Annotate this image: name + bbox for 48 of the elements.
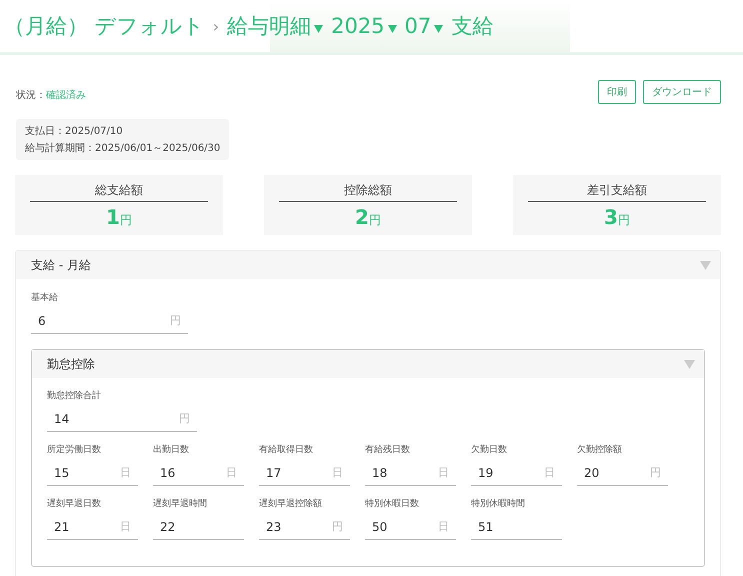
input-field[interactable]: 22 (153, 514, 244, 540)
field-label: 出勤日数 (153, 444, 190, 456)
field-label: 有給取得日数 (259, 444, 314, 456)
field-label: 遅刻早退控除額 (259, 498, 323, 510)
field-label: 基本給 (31, 292, 59, 304)
input-field[interactable]: 15 日 (47, 460, 138, 486)
input-field[interactable]: 50 日 (365, 514, 456, 540)
input-field[interactable]: 14 円 (47, 406, 197, 432)
caret-icon (434, 25, 444, 33)
breadcrumb-item: 支給 (451, 13, 494, 40)
panel-title: 支給 - 月給 (31, 256, 91, 274)
collapse-icon[interactable] (684, 360, 695, 368)
input-field[interactable]: 6 円 (31, 308, 188, 334)
caret-icon (388, 25, 397, 33)
field-label: 有給残日数 (365, 444, 411, 456)
field-label: 遅刻早退時間 (153, 498, 208, 510)
field-label: 欠勤控除額 (577, 444, 623, 456)
field-label: 特別休暇時間 (471, 498, 526, 510)
status-value: 確認済み (46, 90, 86, 101)
summary-amount: 3 円 (604, 205, 630, 229)
panel-header[interactable]: 支給 - 月給 (16, 251, 720, 279)
field-label: 特別休暇日数 (365, 498, 420, 510)
breadcrumb-separator: › (212, 16, 220, 36)
breadcrumb-item: （月給） デフォルト (4, 13, 205, 40)
info-line: 支払日：2025/07/10 (25, 124, 124, 138)
input-field[interactable]: 23 円 (259, 514, 350, 540)
input-field[interactable]: 51 (471, 514, 562, 540)
summary-label: 総支給額 (30, 182, 208, 202)
summary-label: 差引支給額 (528, 182, 706, 202)
input-field[interactable]: 17 日 (259, 460, 350, 486)
subpanel-title: 勤怠控除 (47, 356, 95, 372)
summary-amount: 2 円 (355, 205, 381, 229)
input-field[interactable]: 18 日 (365, 460, 456, 486)
field-label: 遅刻早退日数 (47, 498, 102, 510)
collapse-icon[interactable] (700, 260, 711, 270)
input-field[interactable]: 19 日 (471, 460, 562, 486)
input-field[interactable]: 16 日 (153, 460, 244, 486)
summary-label: 控除総額 (279, 182, 457, 202)
summary-amount: 1 円 (106, 205, 132, 229)
info-line: 給与計算期間：2025/06/01～2025/06/30 (25, 142, 220, 155)
field-label: 欠勤日数 (471, 444, 508, 456)
input-field[interactable]: 20 円 (577, 460, 668, 486)
caret-icon (314, 25, 324, 33)
field-label: 勤怠控除合計 (47, 390, 102, 402)
subpanel-header[interactable]: 勤怠控除 (32, 350, 704, 378)
status-label: 状況： (16, 90, 46, 101)
input-field[interactable]: 21 日 (47, 514, 138, 540)
field-label: 所定労働日数 (47, 444, 102, 456)
